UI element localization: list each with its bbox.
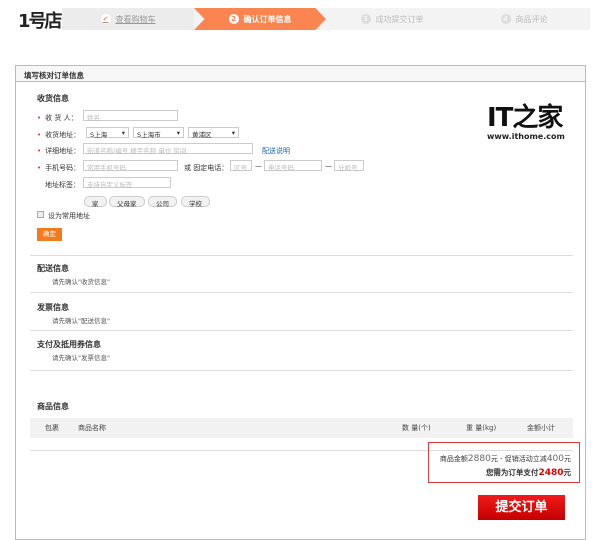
detail-label: • 详细地址： xyxy=(37,147,81,155)
goods-title: 商品信息 xyxy=(37,402,69,411)
tag-school[interactable]: 学校 xyxy=(181,196,210,208)
col-package: 包裹 xyxy=(45,424,59,432)
order-total-box: 商品金额2880元 - 促销活动立减400元 您需为订单支付2480元 xyxy=(428,442,580,483)
store-logo[interactable]: 1号店 xyxy=(18,7,63,33)
name-label: • 收 货 人： xyxy=(37,114,78,122)
col-subtotal: 金额小计 xyxy=(527,424,555,432)
ithome-logo: IT之家 xyxy=(487,103,563,133)
dash: — xyxy=(255,162,262,170)
step-confirm: 2 确认订单信息 xyxy=(194,8,326,30)
tag-company[interactable]: 公司 xyxy=(148,196,177,208)
pay-line: 您需为订单支付2480元 xyxy=(485,468,571,478)
dash: — xyxy=(325,162,332,170)
delivery-note: 请先确认"收货信息" xyxy=(52,278,110,286)
province-select[interactable]: S上海 ▾ xyxy=(86,127,129,139)
step-number: 3 xyxy=(360,14,371,24)
panel-title: 填写核对订单信息 xyxy=(15,65,586,82)
area-code-input[interactable]: 区号 xyxy=(230,160,252,172)
check-icon: ✔ xyxy=(100,14,111,24)
invoice-title: 发票信息 xyxy=(37,303,69,312)
payment-note: 请先确认"发票信息" xyxy=(52,354,110,362)
name-input[interactable]: 姓名 xyxy=(83,110,178,122)
extension-input[interactable]: 分机号 xyxy=(334,160,364,172)
goods-table-header: 包裹 商品名称 数 量(个) 重 量(kg) 金额小计 xyxy=(30,418,573,438)
tag-parents[interactable]: 父母家 xyxy=(109,196,145,208)
detail-address-input[interactable]: 街道名称/编号 楼宇名称 单位 房间 xyxy=(83,143,253,155)
submit-order-button[interactable]: 提交订单 xyxy=(478,495,565,520)
dropdown-icon: ▾ xyxy=(176,129,180,137)
mobile-input[interactable]: 常用手机号码 xyxy=(83,160,178,172)
step-number: 2 xyxy=(228,14,239,24)
dropdown-icon: ▾ xyxy=(121,129,125,137)
col-weight: 重 量(kg) xyxy=(466,424,497,432)
step-label: 确认订单信息 xyxy=(243,14,292,24)
confirm-button[interactable]: 确定 xyxy=(37,228,62,241)
divider xyxy=(30,330,573,331)
divider xyxy=(30,370,573,371)
step-submit: 3 成功提交订单 xyxy=(326,8,458,30)
checkout-steps: ✔ 查看购物车 2 确认订单信息 3 成功提交订单 4 商品评论 xyxy=(62,8,590,30)
invoice-note: 请先确认"配送信息" xyxy=(52,317,110,325)
phone-input[interactable]: 电话号码 xyxy=(264,160,322,172)
address-label: • 收货地址： xyxy=(37,131,81,139)
delivery-title: 配送信息 xyxy=(37,264,69,273)
divider xyxy=(30,255,573,256)
step-label: 商品评论 xyxy=(515,14,548,24)
district-select[interactable]: 黄浦区 ▾ xyxy=(188,127,239,139)
phone-label: 或 固定电话： xyxy=(184,164,229,172)
default-address-label: 设为常用地址 xyxy=(48,212,90,220)
tag-label: 地址标签： xyxy=(45,181,80,189)
watermark-url: www.ithome.com xyxy=(487,132,565,141)
amount-line: 商品金额2880元 - 促销活动立减400元 xyxy=(439,454,571,464)
step-label: 成功提交订单 xyxy=(375,14,424,24)
payment-title: 支付及抵用券信息 xyxy=(37,340,101,349)
default-address-checkbox[interactable] xyxy=(37,211,44,218)
divider xyxy=(30,292,573,293)
dropdown-icon: ▾ xyxy=(231,129,235,137)
tag-home[interactable]: 家 xyxy=(84,196,107,208)
col-name: 商品名称 xyxy=(78,424,106,432)
step-label: 查看购物车 xyxy=(115,14,156,24)
tag-input[interactable]: 支持自定义标签 xyxy=(83,177,171,189)
step-review: 4 商品评论 xyxy=(458,8,590,30)
step-cart[interactable]: ✔ 查看购物车 xyxy=(62,8,194,30)
step-number: 4 xyxy=(500,14,511,24)
mobile-label: • 手机号码： xyxy=(37,164,81,172)
city-select[interactable]: S上海市 ▾ xyxy=(133,127,184,139)
col-quantity: 数 量(个) xyxy=(402,424,431,432)
receiver-title: 收货信息 xyxy=(37,94,69,103)
delivery-info-link[interactable]: 配送说明 xyxy=(262,146,290,156)
